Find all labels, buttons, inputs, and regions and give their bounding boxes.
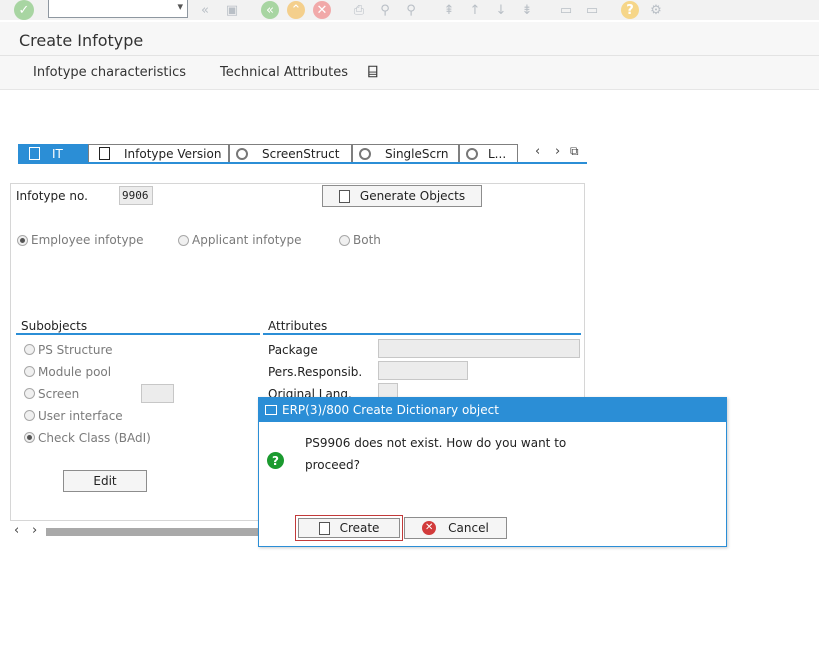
scroll-right-icon[interactable]: › [32,523,37,538]
screen-number-field[interactable] [141,384,174,403]
circle-icon [466,147,478,160]
dialog-message-line: proceed? [305,458,360,472]
circle-icon [359,147,371,160]
back-double-icon[interactable]: « [196,1,214,19]
enter-icon[interactable]: ✓ [14,0,34,20]
exit-icon[interactable]: ⌃ [287,1,305,19]
settings-icon[interactable]: ⚙ [647,1,665,19]
chevron-down-icon[interactable]: ▾ [177,0,183,13]
find-next-icon[interactable]: ⚲ [402,1,420,19]
package-field[interactable] [378,339,580,358]
tab-singlescrn[interactable]: SingleScrn [352,144,459,162]
back-icon[interactable]: « [261,1,279,19]
tab-label: L... [488,146,507,161]
infotype-no-field[interactable]: 9906 [119,186,153,205]
both-label: Both [353,233,381,247]
technical-attributes-button[interactable]: Technical Attributes [220,65,348,80]
window-icon [265,405,277,415]
tab-label: SingleScrn [385,146,449,161]
pers-responsib-label: Pers.Responsib. [268,365,363,379]
dialog-message-line: PS9906 does not exist. How do you want t… [305,436,567,450]
package-label: Package [268,343,318,357]
edit-button[interactable]: Edit [63,470,147,492]
applicant-infotype-radio[interactable] [178,235,189,246]
help-icon[interactable]: ? [621,1,639,19]
dialog-message: PS9906 does not exist. How do you want t… [305,432,575,476]
both-radio[interactable] [339,235,350,246]
employee-infotype-radio[interactable] [17,235,28,246]
application-toolbar: Infotype characteristics Technical Attri… [0,56,819,90]
attributes-title: Attributes [268,319,328,333]
tab-it[interactable]: IT [18,144,88,162]
tab-screenstruct[interactable]: ScreenStruct [229,144,352,162]
screen-label: Screen [38,387,80,401]
shortcut-icon[interactable]: ▭ [583,1,601,19]
tab-label: ScreenStruct [262,146,340,161]
cancel-button[interactable]: ✕ Cancel [404,517,507,539]
close-icon: ✕ [422,521,437,535]
document-icon [318,521,330,535]
attributes-divider [263,333,581,335]
create-dictionary-object-dialog: ERP(3)/800 Create Dictionary object ? PS… [258,397,727,547]
document-icon [29,147,40,160]
new-session-icon[interactable]: ▭ [557,1,575,19]
generate-objects-label: Generate Objects [359,189,466,203]
next-page-icon[interactable]: ↓ [492,1,510,19]
generate-objects-button[interactable]: Generate Objects [322,185,482,207]
question-icon: ? [267,452,284,469]
last-page-icon[interactable]: ⇟ [518,1,536,19]
module-pool-radio[interactable] [24,366,35,377]
document-icon [338,189,350,203]
check-class-radio[interactable] [24,432,35,443]
save-icon[interactable]: ▣ [223,1,241,19]
module-pool-label: Module pool [38,365,112,379]
scroll-left-icon[interactable]: ‹ [14,523,19,538]
create-button[interactable]: Create [295,515,403,541]
infotype-characteristics-button[interactable]: Infotype characteristics [33,65,186,80]
dialog-title: ERP(3)/800 Create Dictionary object [282,403,499,417]
tab-label: IT [52,146,63,161]
cancel-icon[interactable]: ✕ [313,1,331,19]
dialog-title-bar[interactable]: ERP(3)/800 Create Dictionary object [259,398,726,422]
tab-scroll-left-icon[interactable]: ‹ [535,144,540,159]
tab-label: Infotype Version [124,146,222,161]
system-toolbar: ✓ ▾ « ▣ « ⌃ ✕ ⎙ ⚲ ⚲ ⇞ ↑ ↓ ⇟ ▭ ▭ ? ⚙ [0,0,819,20]
more-functions-icon[interactable]: ⌸ [368,62,378,82]
cancel-label: Cancel [448,521,489,535]
tab-scroll-right-icon[interactable]: › [555,144,560,159]
tab-infotype-version[interactable]: Infotype Version [88,144,229,162]
first-page-icon[interactable]: ⇞ [440,1,458,19]
circle-icon [236,147,248,160]
applicant-infotype-label: Applicant infotype [192,233,302,247]
command-field[interactable]: ▾ [48,0,188,18]
find-icon[interactable]: ⚲ [376,1,394,19]
create-label: Create [339,521,380,535]
scrollbar-thumb[interactable] [46,528,266,536]
user-interface-label: User interface [38,409,123,423]
employee-infotype-label: Employee infotype [31,233,144,247]
subobjects-divider [16,333,260,335]
tab-more[interactable]: L... [459,144,518,162]
ps-structure-radio[interactable] [24,344,35,355]
create-button-face[interactable]: Create [298,518,400,538]
infotype-no-label: Infotype no. [16,189,88,203]
previous-page-icon[interactable]: ↑ [466,1,484,19]
tab-underline [18,162,587,164]
check-class-label: Check Class (BAdI) [38,431,151,445]
subobjects-title: Subobjects [21,319,88,333]
user-interface-radio[interactable] [24,410,35,421]
tab-strip: IT Infotype Version ScreenStruct SingleS… [18,144,587,170]
title-bar: Create Infotype [0,22,819,56]
print-icon[interactable]: ⎙ [350,1,368,19]
tab-list-icon[interactable]: ⧉ [570,144,579,159]
pers-responsib-field[interactable] [378,361,468,380]
document-icon [99,147,110,160]
ps-structure-label: PS Structure [38,343,113,357]
screen-radio[interactable] [24,388,35,399]
page-title: Create Infotype [19,31,144,50]
